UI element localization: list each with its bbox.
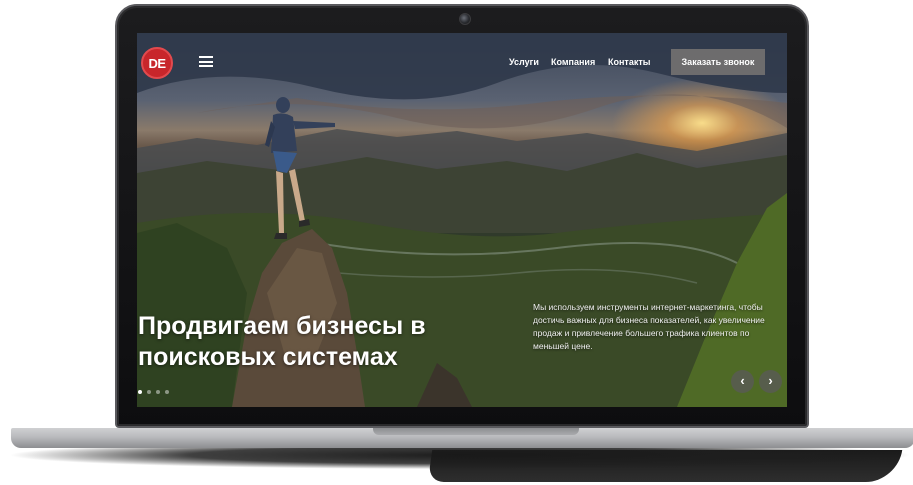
request-call-button[interactable]: Заказать звонок [671,49,765,75]
hero-headline-line-1: Продвигаем бизнесы в [138,312,426,340]
slider-dot-4[interactable] [165,390,169,394]
slider-dot-2[interactable] [147,390,151,394]
nav-link-company[interactable]: Компания [551,57,595,67]
laptop-base-notch [373,428,579,435]
slider-prev-arrow-icon[interactable]: ‹ [731,370,754,393]
hero-headline: Продвигаем бизнесы в поисковых системах [138,311,468,373]
laptop-base-shadow [8,446,912,472]
hero-headline-line-2: поисковых системах [138,343,398,371]
slider-dot-1[interactable] [138,390,142,394]
laptop-base [11,428,913,448]
slider-dots [138,390,169,394]
nav-link-contacts[interactable]: Контакты [608,57,650,67]
slider-next-arrow-icon[interactable]: › [759,370,782,393]
nav-link-services[interactable]: Услуги [509,57,539,67]
site-logo[interactable]: DE [141,47,173,79]
webcam-icon [459,13,471,25]
laptop-screen: DE Услуги Компания Контакты Заказать зво… [137,33,787,407]
hero-description: Мы используем инструменты интернет-марке… [533,302,765,351]
slider-dot-3[interactable] [156,390,160,394]
hamburger-menu-icon[interactable] [199,56,213,67]
